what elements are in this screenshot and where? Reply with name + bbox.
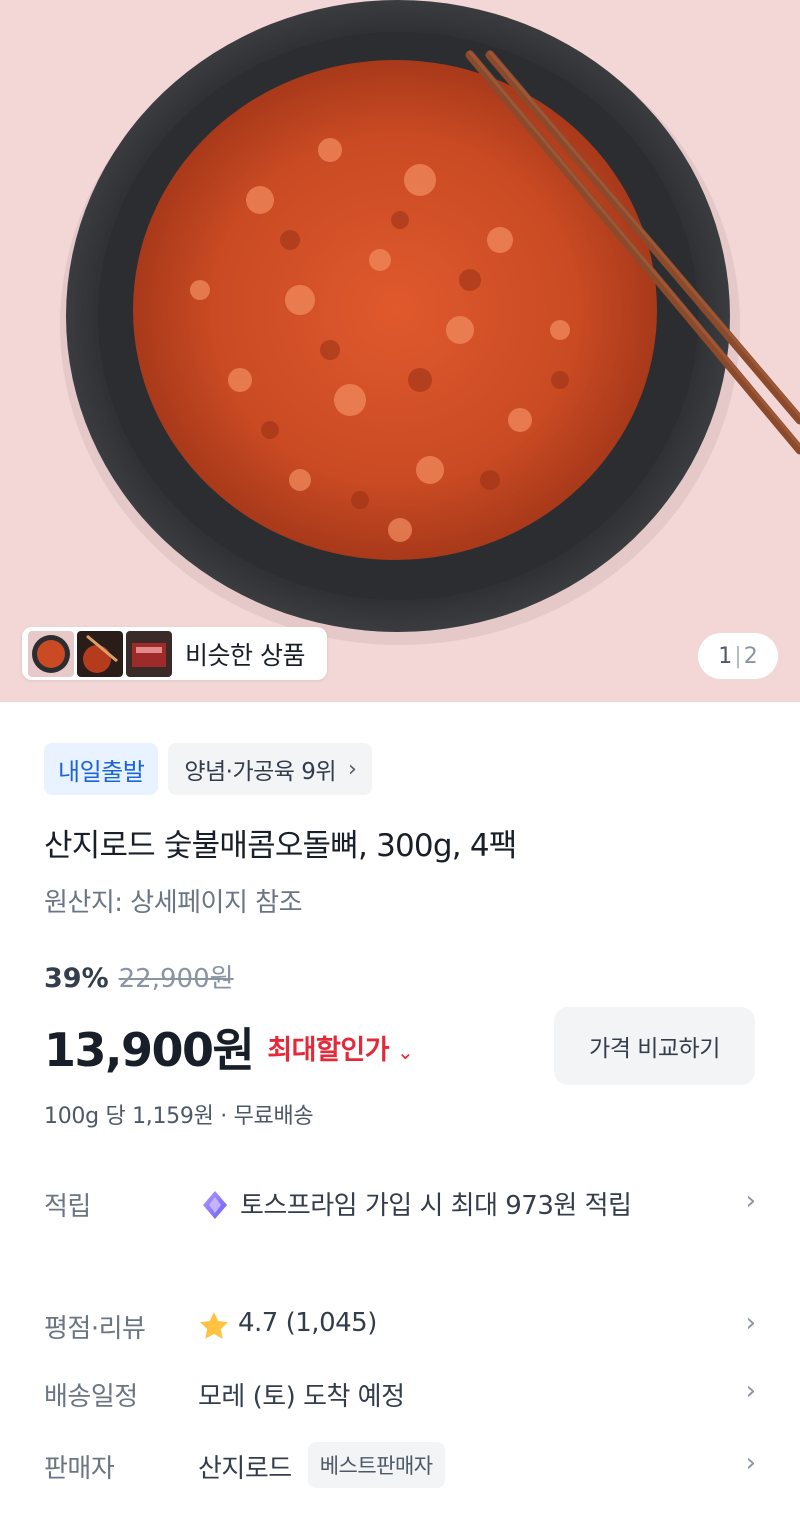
similar-thumbnail-3 [126,630,172,677]
best-seller-badge: 베스트판매자 [307,1442,445,1488]
max-discount-label: 최대할인가 [267,1034,390,1066]
category-rank-badge[interactable]: 양념·가공육 9위 › [168,743,373,795]
star-icon [200,1312,228,1339]
similar-products-label: 비슷한 상품 [185,640,305,670]
points-value: 토스프라임 가입 시 최대 973원 적립 [198,1186,728,1228]
chevron-right-icon: › [745,1186,756,1216]
seller-value: 산지로드 베스트판매자 [198,1442,728,1488]
product-photo [0,0,800,702]
chevron-right-icon: › [745,1376,756,1406]
chevron-right-icon: › [745,1308,756,1338]
rating-text: 4.7 (1,045) [238,1308,377,1338]
similar-thumbnail-2 [77,630,123,677]
delivery-label: 배송일정 [44,1382,138,1412]
product-badges: 내일출발 양념·가공육 9위 › [44,743,373,795]
delivery-row[interactable]: 배송일정 모레 (토) 도착 예정 › [44,1376,756,1413]
delivery-value: 모레 (토) 도착 예정 [198,1382,405,1412]
rating-row[interactable]: 평점·리뷰 4.7 (1,045) › [44,1308,756,1345]
similar-thumbnail-1 [28,630,74,677]
rating-value: 4.7 (1,045) [198,1308,728,1345]
points-row[interactable]: 적립 토스프라임 가입 시 최대 973원 적립 › [44,1186,756,1228]
max-discount-toggle[interactable]: 최대할인가 ⌄ [267,1028,413,1067]
page-separator: | [734,643,742,669]
chevron-down-icon: ⌄ [397,1039,414,1064]
seller-label: 판매자 [44,1454,115,1484]
discount-percent: 39% [44,963,109,994]
similar-products-button[interactable]: 비슷한 상품 [22,627,327,680]
category-rank-label: 양념·가공육 9위 [184,759,337,785]
discount-row: 39% 22,900원 [44,958,234,995]
toss-prime-icon [203,1191,227,1219]
price-row: 13,900원 최대할인가 ⌄ [44,1014,414,1080]
points-label: 적립 [44,1192,91,1222]
points-text: 토스프라임 가입 시 최대 973원 적립 [240,1191,632,1221]
product-origin: 원산지: 상세페이지 참조 [44,888,303,918]
price-compare-button[interactable]: 가격 비교하기 [554,1007,755,1085]
original-price: 22,900원 [118,964,234,994]
final-price: 13,900원 [44,1023,255,1077]
unit-price-shipping: 100g 당 1,159원 · 무료배송 [44,1104,314,1129]
total-pages: 2 [743,643,758,669]
rating-label: 평점·리뷰 [44,1314,146,1344]
seller-row[interactable]: 판매자 산지로드 베스트판매자 › [44,1442,756,1488]
shipping-badge: 내일출발 [44,743,159,795]
product-title: 산지로드 숯불매콤오돌뼈, 300g, 4팩 [44,828,517,864]
product-image-carousel[interactable]: 비슷한 상품 1 | 2 [0,0,800,702]
seller-name: 산지로드 [198,1454,292,1484]
chevron-right-icon: › [348,756,357,782]
current-page: 1 [718,643,733,669]
chevron-right-icon: › [745,1448,756,1478]
image-page-counter: 1 | 2 [698,633,778,679]
